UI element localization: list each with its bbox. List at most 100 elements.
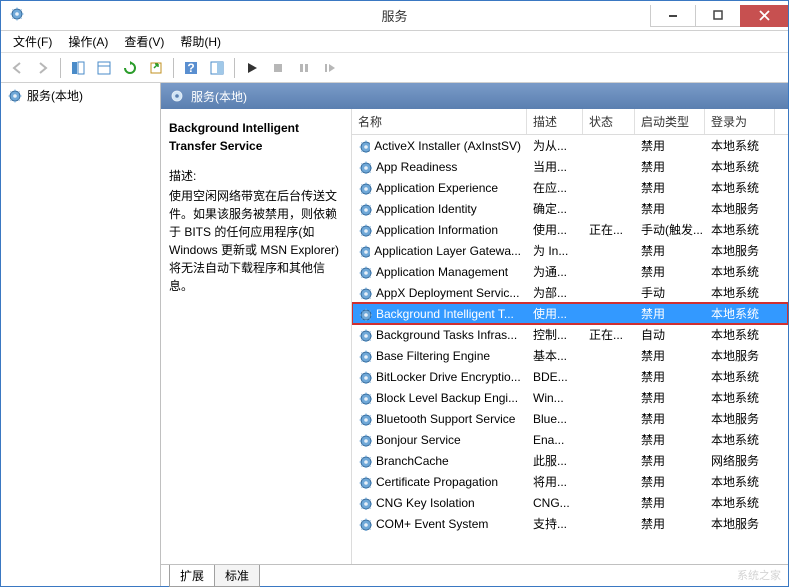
tab-standard[interactable]: 标准 — [214, 565, 260, 587]
panel-header: 服务(本地) — [161, 83, 788, 109]
start-service-button[interactable] — [240, 56, 264, 80]
panel-header-label: 服务(本地) — [191, 88, 247, 105]
service-state — [583, 313, 635, 315]
service-desc: 确定... — [527, 199, 583, 218]
svg-text:?: ? — [187, 61, 194, 75]
service-logon: 本地服务 — [705, 514, 775, 533]
window-title: 服务 — [381, 6, 407, 25]
service-startup: 禁用 — [635, 409, 705, 428]
service-state — [583, 145, 635, 147]
menu-file[interactable]: 文件(F) — [5, 31, 60, 52]
service-name: Application Management — [376, 265, 508, 279]
service-row[interactable]: Application Information使用...正在...手动(触发..… — [352, 219, 788, 240]
col-logon[interactable]: 登录为 — [705, 109, 775, 134]
service-row[interactable]: AppX Deployment Servic...为部...手动本地系统 — [352, 282, 788, 303]
export-button[interactable] — [144, 56, 168, 80]
service-name: Application Layer Gatewa... — [374, 244, 521, 258]
action-panel-button[interactable] — [205, 56, 229, 80]
service-row[interactable]: ActiveX Installer (AxInstSV)为从...禁用本地系统 — [352, 135, 788, 156]
service-name: Bluetooth Support Service — [376, 412, 515, 426]
service-startup: 禁用 — [635, 199, 705, 218]
selected-service-title: Background Intelligent Transfer Service — [169, 119, 343, 155]
tree-root-services[interactable]: 服务(本地) — [3, 85, 158, 106]
minimize-button[interactable] — [650, 5, 696, 27]
maximize-button[interactable] — [695, 5, 741, 27]
service-state — [583, 523, 635, 525]
service-logon: 网络服务 — [705, 451, 775, 470]
service-row[interactable]: CNG Key IsolationCNG...禁用本地系统 — [352, 492, 788, 513]
service-startup: 禁用 — [635, 136, 705, 155]
service-logon: 本地服务 — [705, 409, 775, 428]
menu-view[interactable]: 查看(V) — [116, 31, 172, 52]
service-name: App Readiness — [376, 160, 457, 174]
service-state: 正在... — [583, 220, 635, 239]
service-name: Application Identity — [376, 202, 477, 216]
service-row[interactable]: Certificate Propagation将用...禁用本地系统 — [352, 471, 788, 492]
show-hide-tree-button[interactable] — [66, 56, 90, 80]
service-startup: 禁用 — [635, 367, 705, 386]
service-state — [583, 208, 635, 210]
service-state — [583, 187, 635, 189]
service-row[interactable]: Application Experience在应...禁用本地系统 — [352, 177, 788, 198]
tree-panel: 服务(本地) — [1, 83, 161, 586]
list-body[interactable]: ActiveX Installer (AxInstSV)为从...禁用本地系统A… — [352, 135, 788, 564]
service-row[interactable]: Bonjour ServiceEna...禁用本地系统 — [352, 429, 788, 450]
service-state — [583, 397, 635, 399]
col-name[interactable]: 名称 — [352, 109, 527, 134]
service-desc: 当用... — [527, 157, 583, 176]
menu-action[interactable]: 操作(A) — [60, 31, 116, 52]
service-name: COM+ Event System — [376, 517, 488, 531]
tabs: 扩展 标准 — [161, 564, 788, 586]
col-desc[interactable]: 描述 — [527, 109, 583, 134]
service-state — [583, 502, 635, 504]
service-row[interactable]: Application Management为通...禁用本地系统 — [352, 261, 788, 282]
service-row[interactable]: Base Filtering Engine基本...禁用本地服务 — [352, 345, 788, 366]
close-button[interactable] — [740, 5, 788, 27]
menu-help[interactable]: 帮助(H) — [172, 31, 229, 52]
col-startup[interactable]: 启动类型 — [635, 109, 705, 134]
service-row[interactable]: BitLocker Drive Encryptio...BDE...禁用本地系统 — [352, 366, 788, 387]
service-desc: 为 In... — [527, 241, 583, 260]
service-state — [583, 439, 635, 441]
service-desc: 将用... — [527, 472, 583, 491]
service-name: CNG Key Isolation — [376, 496, 475, 510]
service-row[interactable]: Application Identity确定...禁用本地服务 — [352, 198, 788, 219]
service-row[interactable]: Bluetooth Support ServiceBlue...禁用本地服务 — [352, 408, 788, 429]
service-row[interactable]: Background Intelligent T...使用...禁用本地系统 — [352, 303, 788, 324]
service-name: BranchCache — [376, 454, 449, 468]
service-startup: 禁用 — [635, 262, 705, 281]
service-logon: 本地系统 — [705, 136, 775, 155]
service-name: ActiveX Installer (AxInstSV) — [374, 139, 521, 153]
pause-service-button — [292, 56, 316, 80]
toolbar: ? — [1, 53, 788, 83]
refresh-button[interactable] — [118, 56, 142, 80]
service-desc: Win... — [527, 390, 583, 406]
service-logon: 本地系统 — [705, 493, 775, 512]
service-state: 正在... — [583, 325, 635, 344]
service-row[interactable]: COM+ Event System支持...禁用本地服务 — [352, 513, 788, 534]
tree-root-label: 服务(本地) — [27, 87, 83, 104]
detail-pane: Background Intelligent Transfer Service … — [161, 109, 351, 564]
list-header: 名称 描述 状态 启动类型 登录为 — [352, 109, 788, 135]
service-startup: 手动(触发... — [635, 220, 705, 239]
service-name: Bonjour Service — [376, 433, 461, 447]
service-row[interactable]: Block Level Backup Engi...Win...禁用本地系统 — [352, 387, 788, 408]
service-list: 名称 描述 状态 启动类型 登录为 ActiveX Installer (AxI… — [351, 109, 788, 564]
service-state — [583, 460, 635, 462]
service-name: Certificate Propagation — [376, 475, 498, 489]
properties-button[interactable] — [92, 56, 116, 80]
service-desc: 控制... — [527, 325, 583, 344]
service-startup: 自动 — [635, 325, 705, 344]
tab-extended[interactable]: 扩展 — [169, 565, 215, 587]
service-startup: 禁用 — [635, 178, 705, 197]
service-desc: 支持... — [527, 514, 583, 533]
titlebar: 服务 — [1, 1, 788, 31]
service-desc: 使用... — [527, 220, 583, 239]
service-row[interactable]: BranchCache此服...禁用网络服务 — [352, 450, 788, 471]
service-logon: 本地系统 — [705, 388, 775, 407]
service-row[interactable]: Background Tasks Infras...控制...正在...自动本地… — [352, 324, 788, 345]
help-button[interactable]: ? — [179, 56, 203, 80]
service-row[interactable]: Application Layer Gatewa...为 In...禁用本地服务 — [352, 240, 788, 261]
service-row[interactable]: App Readiness当用...禁用本地系统 — [352, 156, 788, 177]
col-state[interactable]: 状态 — [583, 109, 635, 134]
